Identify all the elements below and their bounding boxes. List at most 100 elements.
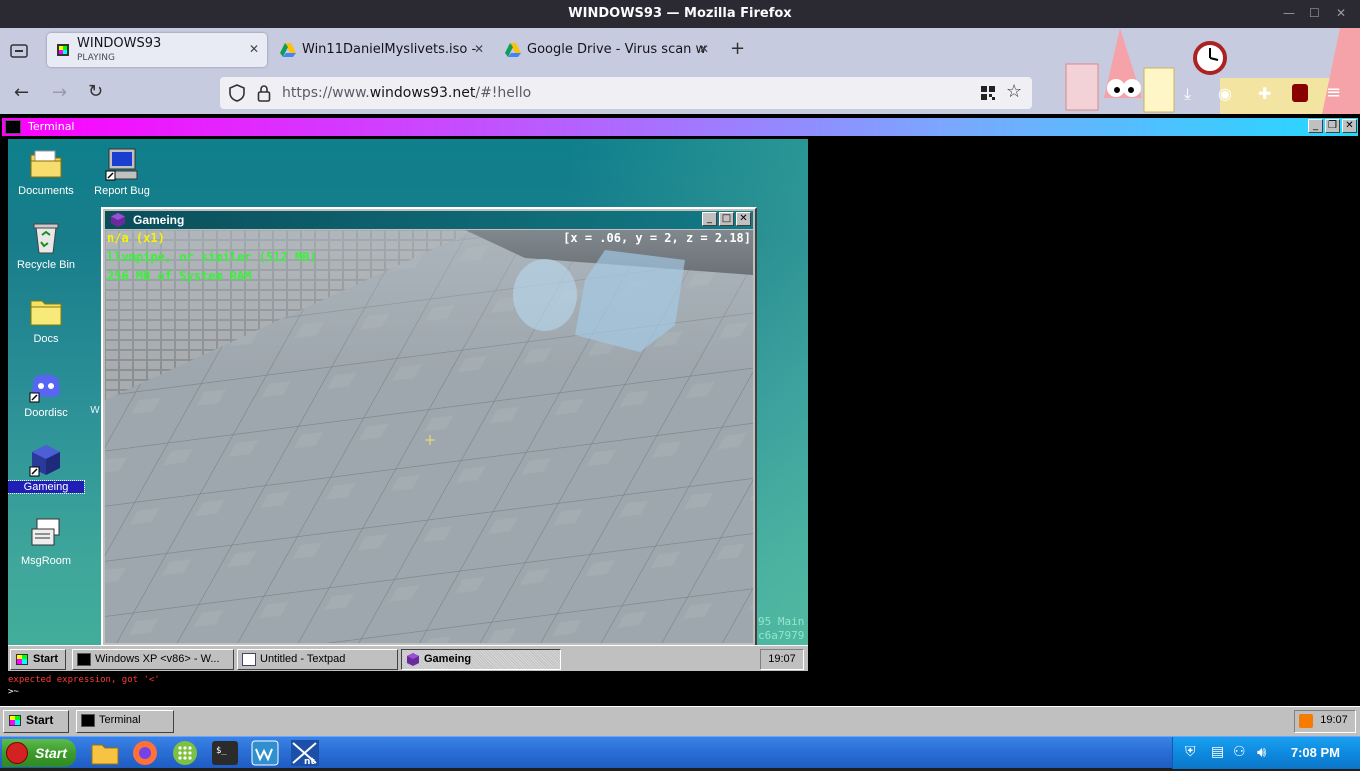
task-label: Windows XP <v86> - W...	[95, 653, 220, 665]
rss-icon[interactable]	[1299, 714, 1313, 728]
tab-audio-status: PLAYING	[77, 53, 115, 63]
window-title: WINDOWS93 — Mozilla Firefox	[568, 6, 792, 21]
ublock-icon[interactable]	[1292, 84, 1308, 102]
minimize-window-button[interactable]: —	[1283, 6, 1295, 20]
url-domain: windows93.net	[369, 85, 476, 101]
task-label: Untitled - Textpad	[260, 653, 346, 665]
files-icon[interactable]	[90, 739, 120, 767]
terminal-app-icon	[81, 714, 95, 727]
theme-artwork-image: ⤓ ◉ ✚ ≡	[1060, 28, 1360, 114]
desktop-icon-label: Recycle Bin	[16, 259, 76, 271]
w93-task-gameing[interactable]: Gameing	[401, 649, 561, 670]
w93-task-textpad[interactable]: Untitled - Textpad	[237, 649, 398, 670]
close-tab-icon[interactable]: ✕	[474, 42, 484, 56]
gameing-close-button[interactable]: ✕	[736, 212, 751, 226]
gameing-window[interactable]: Gameing _ □ ✕ n/a (x1) llvmpipe, or simi…	[101, 207, 757, 647]
gameing-minimize-button[interactable]: _	[702, 212, 717, 226]
svg-text:nt: nt	[304, 757, 315, 767]
terminal-icon[interactable]: $_	[210, 739, 240, 767]
cube-icon	[406, 653, 420, 666]
tab-overview-icon[interactable]	[10, 42, 28, 58]
start-label: Start	[35, 745, 67, 761]
back-button[interactable]: ←	[14, 82, 29, 103]
desktop-icon-label: Report Bug	[94, 185, 150, 197]
tab-google-drive-scan[interactable]: Google Drive - Virus scan w ✕	[497, 33, 717, 67]
wireshark-icon[interactable]	[250, 739, 280, 767]
w93-outer-taskbar: Start Terminal 19:07	[0, 706, 1360, 736]
tab-title: Google Drive - Virus scan w	[527, 42, 707, 57]
download-icon[interactable]: ⤓	[1184, 84, 1191, 104]
desktop-bg-text: W	[90, 405, 100, 416]
hud-gpu-line: llvmpipe, or similar (512 MB)	[107, 250, 317, 264]
textpad-icon	[242, 653, 256, 666]
start-label: Start	[33, 653, 59, 665]
w93-clock: 19:07	[760, 649, 804, 670]
tab-windows93[interactable]: WINDOWS93 PLAYING ✕	[47, 33, 267, 67]
new-tab-button[interactable]: +	[730, 38, 745, 59]
gameing-titlebar[interactable]: Gameing _ □ ✕	[105, 211, 753, 229]
os-taskbar: Start $_ nt ⛨ ▤ ⚇ 🔊︎ 7:08 PM	[0, 736, 1360, 769]
close-tab-icon[interactable]: ✕	[249, 42, 259, 56]
w93-logo-icon	[15, 653, 29, 666]
terminal-prompt-line[interactable]: >~	[8, 687, 19, 697]
os-start-button[interactable]: Start	[2, 739, 76, 767]
hud-coordinates: [x = .06, y = 2, z = 2.18]	[563, 231, 751, 245]
security-shield-icon[interactable]: ⛨	[1185, 744, 1196, 760]
desktop-bg-text: 95 Main	[758, 615, 805, 628]
tab-title: WINDOWS93	[77, 36, 162, 51]
terminal-titlebar[interactable]: Terminal _ ❐ ✕	[2, 118, 1358, 136]
desktop-icon-gameing[interactable]: Gameing	[8, 443, 85, 494]
terminal-restore-button[interactable]: ❐	[1325, 119, 1340, 133]
outer-start-button[interactable]: Start	[3, 710, 69, 733]
terminal-close-button[interactable]: ✕	[1342, 119, 1357, 133]
menu-icon[interactable]: ≡	[1326, 82, 1341, 103]
network-icon[interactable]: ⚇	[1233, 744, 1246, 760]
desktop-icon-report-bug[interactable]: Report Bug	[84, 147, 160, 197]
cube-icon	[110, 212, 126, 232]
address-bar[interactable]: https://www.windows93.net/#!hello ☆	[220, 77, 1032, 109]
desktop-icon-msgroom[interactable]: MsgRoom	[8, 517, 84, 567]
gameing-title: Gameing	[133, 213, 185, 227]
firefox-icon[interactable]	[130, 739, 160, 767]
desktop-bg-text: c6a7979	[758, 629, 805, 642]
desktop-icon-doordisc[interactable]: Doordisc	[8, 369, 84, 419]
outer-clock: 19:07	[1294, 710, 1356, 733]
hud-ram-line: 256 MB of System RAM	[107, 269, 252, 283]
computer-icon	[105, 147, 139, 181]
tab-win11-iso[interactable]: Win11DanielMyslivets.iso - ✕	[272, 33, 492, 67]
url-path: /#!hello	[475, 85, 532, 101]
windows-nt-icon[interactable]: nt	[290, 739, 320, 767]
folder-documents-icon	[29, 147, 63, 181]
terminal-minimize-button[interactable]: _	[1308, 119, 1323, 133]
qr-code-icon[interactable]	[980, 85, 996, 105]
forward-button[interactable]: →	[52, 82, 67, 103]
extensions-icon[interactable]: ✚	[1258, 84, 1271, 103]
desktop-icon-label: Doordisc	[24, 407, 68, 419]
apps-grid-icon[interactable]	[170, 739, 200, 767]
close-tab-icon[interactable]: ✕	[699, 42, 709, 56]
account-icon[interactable]: ◉	[1218, 84, 1232, 103]
task-label: Gameing	[424, 653, 472, 665]
desktop-icon-recycle-bin[interactable]: Recycle Bin	[8, 221, 84, 271]
url-text[interactable]: https://www.windows93.net/#!hello	[282, 85, 531, 101]
maximize-window-button[interactable]: ☐	[1309, 6, 1320, 20]
clipboard-icon[interactable]: ▤	[1211, 744, 1224, 760]
os-clock[interactable]: 7:08 PM	[1291, 745, 1340, 760]
lock-icon[interactable]	[257, 84, 271, 106]
desktop-icon-documents[interactable]: Documents	[8, 147, 84, 197]
windows93-favicon-icon	[55, 42, 71, 58]
reload-button[interactable]: ↻	[88, 81, 103, 102]
bookmark-star-icon[interactable]: ☆	[1006, 81, 1022, 102]
w93-start-button[interactable]: Start	[10, 649, 66, 670]
outer-task-terminal[interactable]: Terminal	[76, 710, 174, 733]
volume-icon[interactable]: 🔊︎	[1257, 743, 1266, 761]
gameing-maximize-button[interactable]: □	[719, 212, 734, 226]
shield-icon[interactable]	[229, 84, 245, 106]
terminal-app-icon	[77, 653, 91, 666]
terminal-error-line: expected expression, got '<'	[8, 675, 160, 685]
close-window-button[interactable]: ✕	[1336, 6, 1346, 20]
game-3d-viewport[interactable]: n/a (x1) llvmpipe, or similar (512 MB) 2…	[105, 230, 753, 643]
desktop-icon-docs[interactable]: Docs	[8, 295, 84, 345]
w93-task-windows-xp[interactable]: Windows XP <v86> - W...	[72, 649, 234, 670]
w93-inner-taskbar: Start Windows XP <v86> - W... Untitled -…	[8, 645, 808, 671]
